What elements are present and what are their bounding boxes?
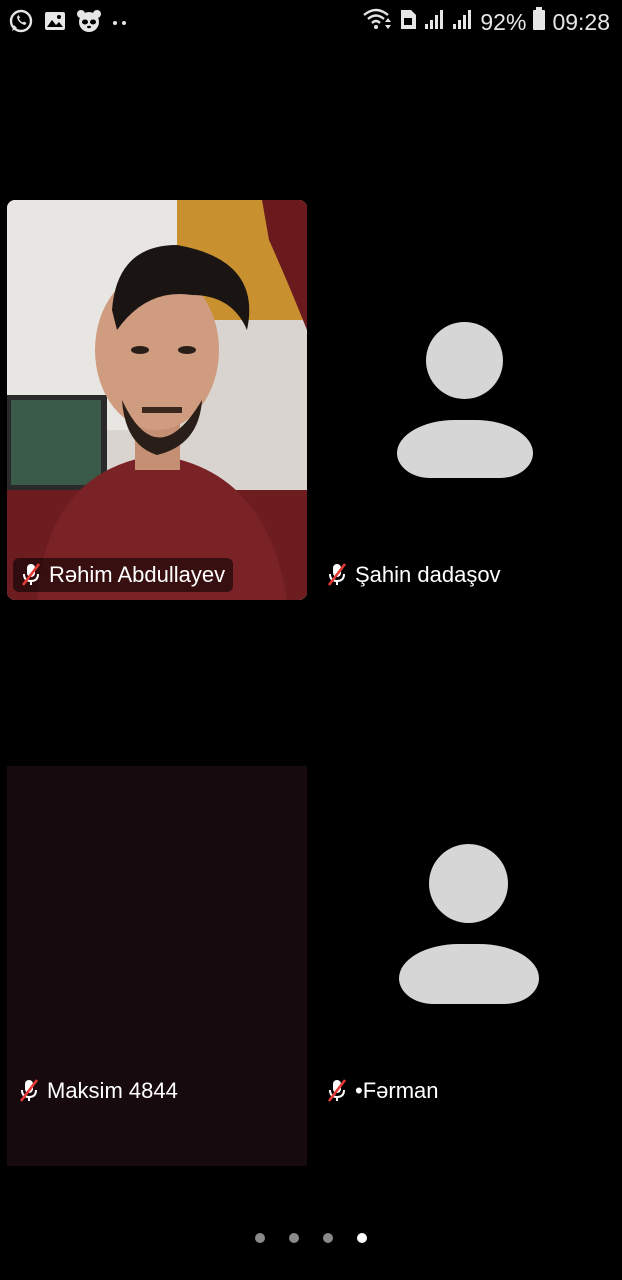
clock: 09:28 xyxy=(552,8,610,35)
participant-tile-rehim[interactable]: Rəhim Abdullayev xyxy=(7,200,307,600)
status-bar: 92% 09:28 xyxy=(0,0,622,44)
signal-2-icon xyxy=(452,7,474,36)
page-dot-4[interactable] xyxy=(357,1233,367,1243)
participant-tile-ferman[interactable]: •Fərman xyxy=(315,766,615,1166)
more-notifications-icon xyxy=(111,9,129,38)
sim-icon xyxy=(398,7,418,36)
participant-tile-maksim[interactable] xyxy=(7,766,307,1166)
notification-icons xyxy=(8,8,129,39)
page-indicator xyxy=(0,1228,622,1248)
mic-muted-icon xyxy=(21,563,41,586)
panda-icon xyxy=(76,9,102,38)
mic-muted-icon xyxy=(19,1079,39,1102)
participant-name-tag: Rəhim Abdullayev xyxy=(13,558,234,592)
signal-1-icon xyxy=(424,7,446,36)
gallery-icon xyxy=(43,9,67,38)
avatar-body xyxy=(399,944,539,1004)
battery-percent: 92% xyxy=(480,8,527,35)
avatar-head xyxy=(426,322,503,399)
participant-tile-sahin[interactable]: Şahin dadaşov xyxy=(315,200,615,600)
participant-video-frame xyxy=(7,200,307,600)
wifi-icon xyxy=(362,6,392,37)
mic-muted-icon xyxy=(327,1079,347,1102)
system-icons: 92% 09:28 xyxy=(362,6,610,37)
battery-icon xyxy=(532,6,546,37)
participant-name: •Fərman xyxy=(355,1078,439,1103)
page-dot-1[interactable] xyxy=(255,1233,265,1243)
participant-name-tag: Şahin dadaşov xyxy=(325,560,501,590)
participant-name: Maksim 4844 xyxy=(47,1078,178,1103)
participant-name: Rəhim Abdullayev xyxy=(49,562,226,587)
whatsapp-icon xyxy=(8,8,34,39)
page-dot-2[interactable] xyxy=(289,1233,299,1243)
mic-muted-icon xyxy=(327,563,347,586)
avatar-body xyxy=(397,420,533,478)
participant-name-tag: •Fərman xyxy=(325,1076,439,1106)
participant-name-tag: Maksim 4844 xyxy=(17,1076,178,1106)
avatar-head xyxy=(429,844,508,923)
page-dot-3[interactable] xyxy=(323,1233,333,1243)
participant-name: Şahin dadaşov xyxy=(355,562,501,587)
video-call-screen: 92% 09:28 Rəhim Abdullayev Şahin dadaşov… xyxy=(0,0,622,1280)
